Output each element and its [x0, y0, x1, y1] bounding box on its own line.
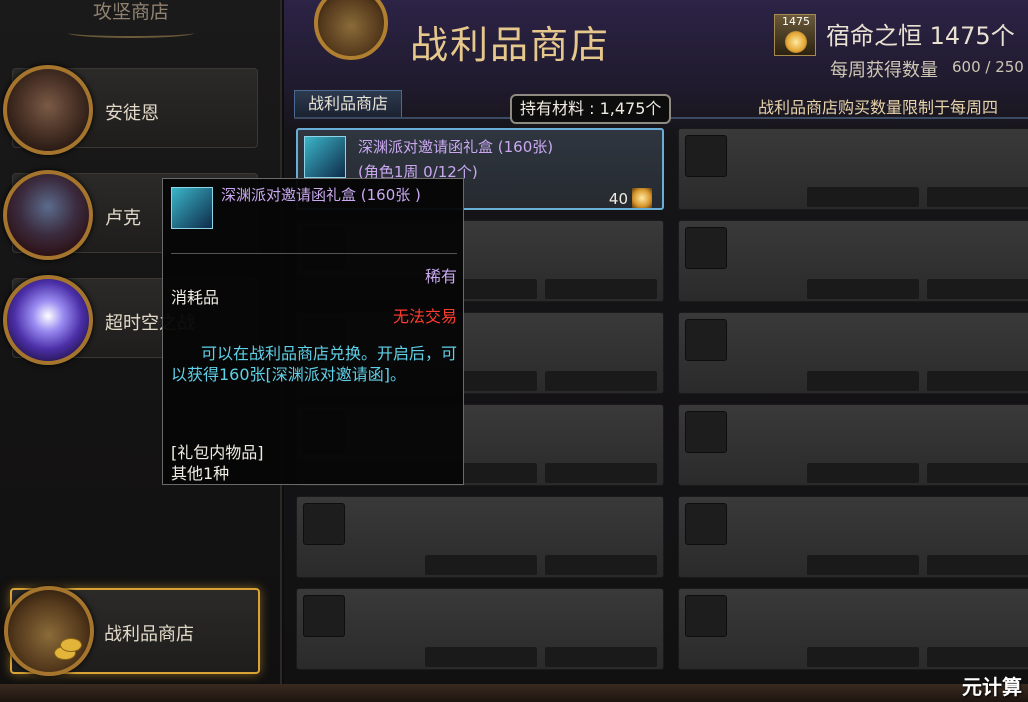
watermark: 元计算: [962, 675, 1022, 699]
slot-bar: [927, 463, 1028, 483]
slot-bar: [425, 555, 537, 575]
page-title: 战利品商店: [410, 23, 611, 67]
currency-glow-icon: [785, 31, 807, 53]
invitation-box-icon: [171, 187, 213, 229]
slot-bar: [545, 555, 657, 575]
empty-item-slot[interactable]: [296, 588, 664, 670]
tab-loot-shop[interactable]: 战利品商店: [294, 90, 402, 118]
currency-icon-count: 1475: [782, 15, 810, 28]
slot-bar: [545, 647, 657, 667]
destiny-currency-icon: 1475: [774, 14, 816, 56]
weekly-label: 每周获得数量: [830, 60, 938, 81]
tooltip-contents-value: 其他1种: [171, 464, 230, 483]
slot-bar: [927, 555, 1028, 575]
price-currency-icon: [632, 188, 652, 208]
slot-bar: [927, 647, 1028, 667]
slot-placeholder: [685, 411, 727, 453]
currency-amount: 宿命之恒 1475个: [826, 22, 1015, 50]
slot-placeholder: [685, 135, 727, 177]
slot-bar: [807, 647, 919, 667]
anton-emblem-icon: [3, 65, 93, 155]
treasure-chest-icon: [4, 586, 94, 676]
coin-icon: [60, 638, 82, 652]
treasure-chest-icon: [314, 0, 388, 60]
sidebar-item-label: 战利品商店: [104, 624, 194, 645]
empty-item-slot[interactable]: [296, 496, 664, 578]
slot-bar: [425, 647, 537, 667]
empty-item-slot[interactable]: [678, 220, 1028, 302]
slot-bar: [807, 371, 919, 391]
slot-bar: [807, 187, 919, 207]
title-ornament: [68, 28, 194, 38]
slot-bar: [927, 279, 1028, 299]
empty-item-slot[interactable]: [678, 128, 1028, 210]
slot-bar: [807, 463, 919, 483]
tooltip-trade-status: 无法交易: [392, 307, 457, 326]
empty-item-slot[interactable]: [678, 496, 1028, 578]
sidebar-item-label: 安徒恩: [105, 103, 159, 124]
sidebar-item-label: 卢克: [105, 208, 141, 229]
sidebar-item-loot-shop[interactable]: 战利品商店: [4, 586, 260, 676]
tooltip-item-type: 消耗品: [171, 288, 220, 307]
sidebar-item-anton[interactable]: 安徒恩: [3, 65, 258, 155]
slot-placeholder: [685, 503, 727, 545]
shop-header: 战利品商店 1475 宿命之恒 1475个 每周获得数量 600 / 250: [284, 0, 1028, 90]
slot-bar: [807, 555, 919, 575]
held-materials-badge: 持有材料 : 1,475个: [510, 94, 672, 124]
slot-placeholder: [685, 319, 727, 361]
slot-placeholder: [685, 227, 727, 269]
slot-bar: [807, 279, 919, 299]
purchase-limit-notice: 战利品商店购买数量限制于每周四: [758, 98, 999, 117]
slot-placeholder: [303, 503, 345, 545]
tooltip-description: 可以在战利品商店兑换。开启后，可以获得160张[深渊派对邀请函]。: [171, 344, 458, 384]
slot-bar: [927, 371, 1028, 391]
slot-bar: [927, 187, 1028, 207]
slot-placeholder: [303, 595, 345, 637]
empty-item-slot[interactable]: [678, 404, 1028, 486]
invitation-box-icon: [304, 136, 346, 178]
slot-bar: [545, 463, 657, 483]
slot-bar: [545, 371, 657, 391]
sidebar-title: 攻坚商店: [92, 1, 169, 23]
slot-bar: [545, 279, 657, 299]
luke-emblem-icon: [3, 170, 93, 260]
time-war-emblem-icon: [3, 275, 93, 365]
item-price: 40: [608, 190, 628, 208]
item-name: 深渊派对邀请函礼盒 (160张): [358, 138, 554, 156]
slot-placeholder: [685, 595, 727, 637]
tooltip-item-name: 深渊派对邀请函礼盒 (160张 ): [221, 186, 421, 204]
bottom-border: [0, 684, 1028, 702]
tooltip-rarity: 稀有: [424, 267, 457, 286]
tooltip-divider: [171, 253, 457, 254]
empty-item-slot[interactable]: [678, 588, 1028, 670]
item-tooltip: 深渊派对邀请函礼盒 (160张 ) 稀有 消耗品 无法交易 可以在战利品商店兑换…: [162, 178, 464, 485]
weekly-value: 600 / 250: [952, 58, 1024, 76]
empty-item-slot[interactable]: [678, 312, 1028, 394]
